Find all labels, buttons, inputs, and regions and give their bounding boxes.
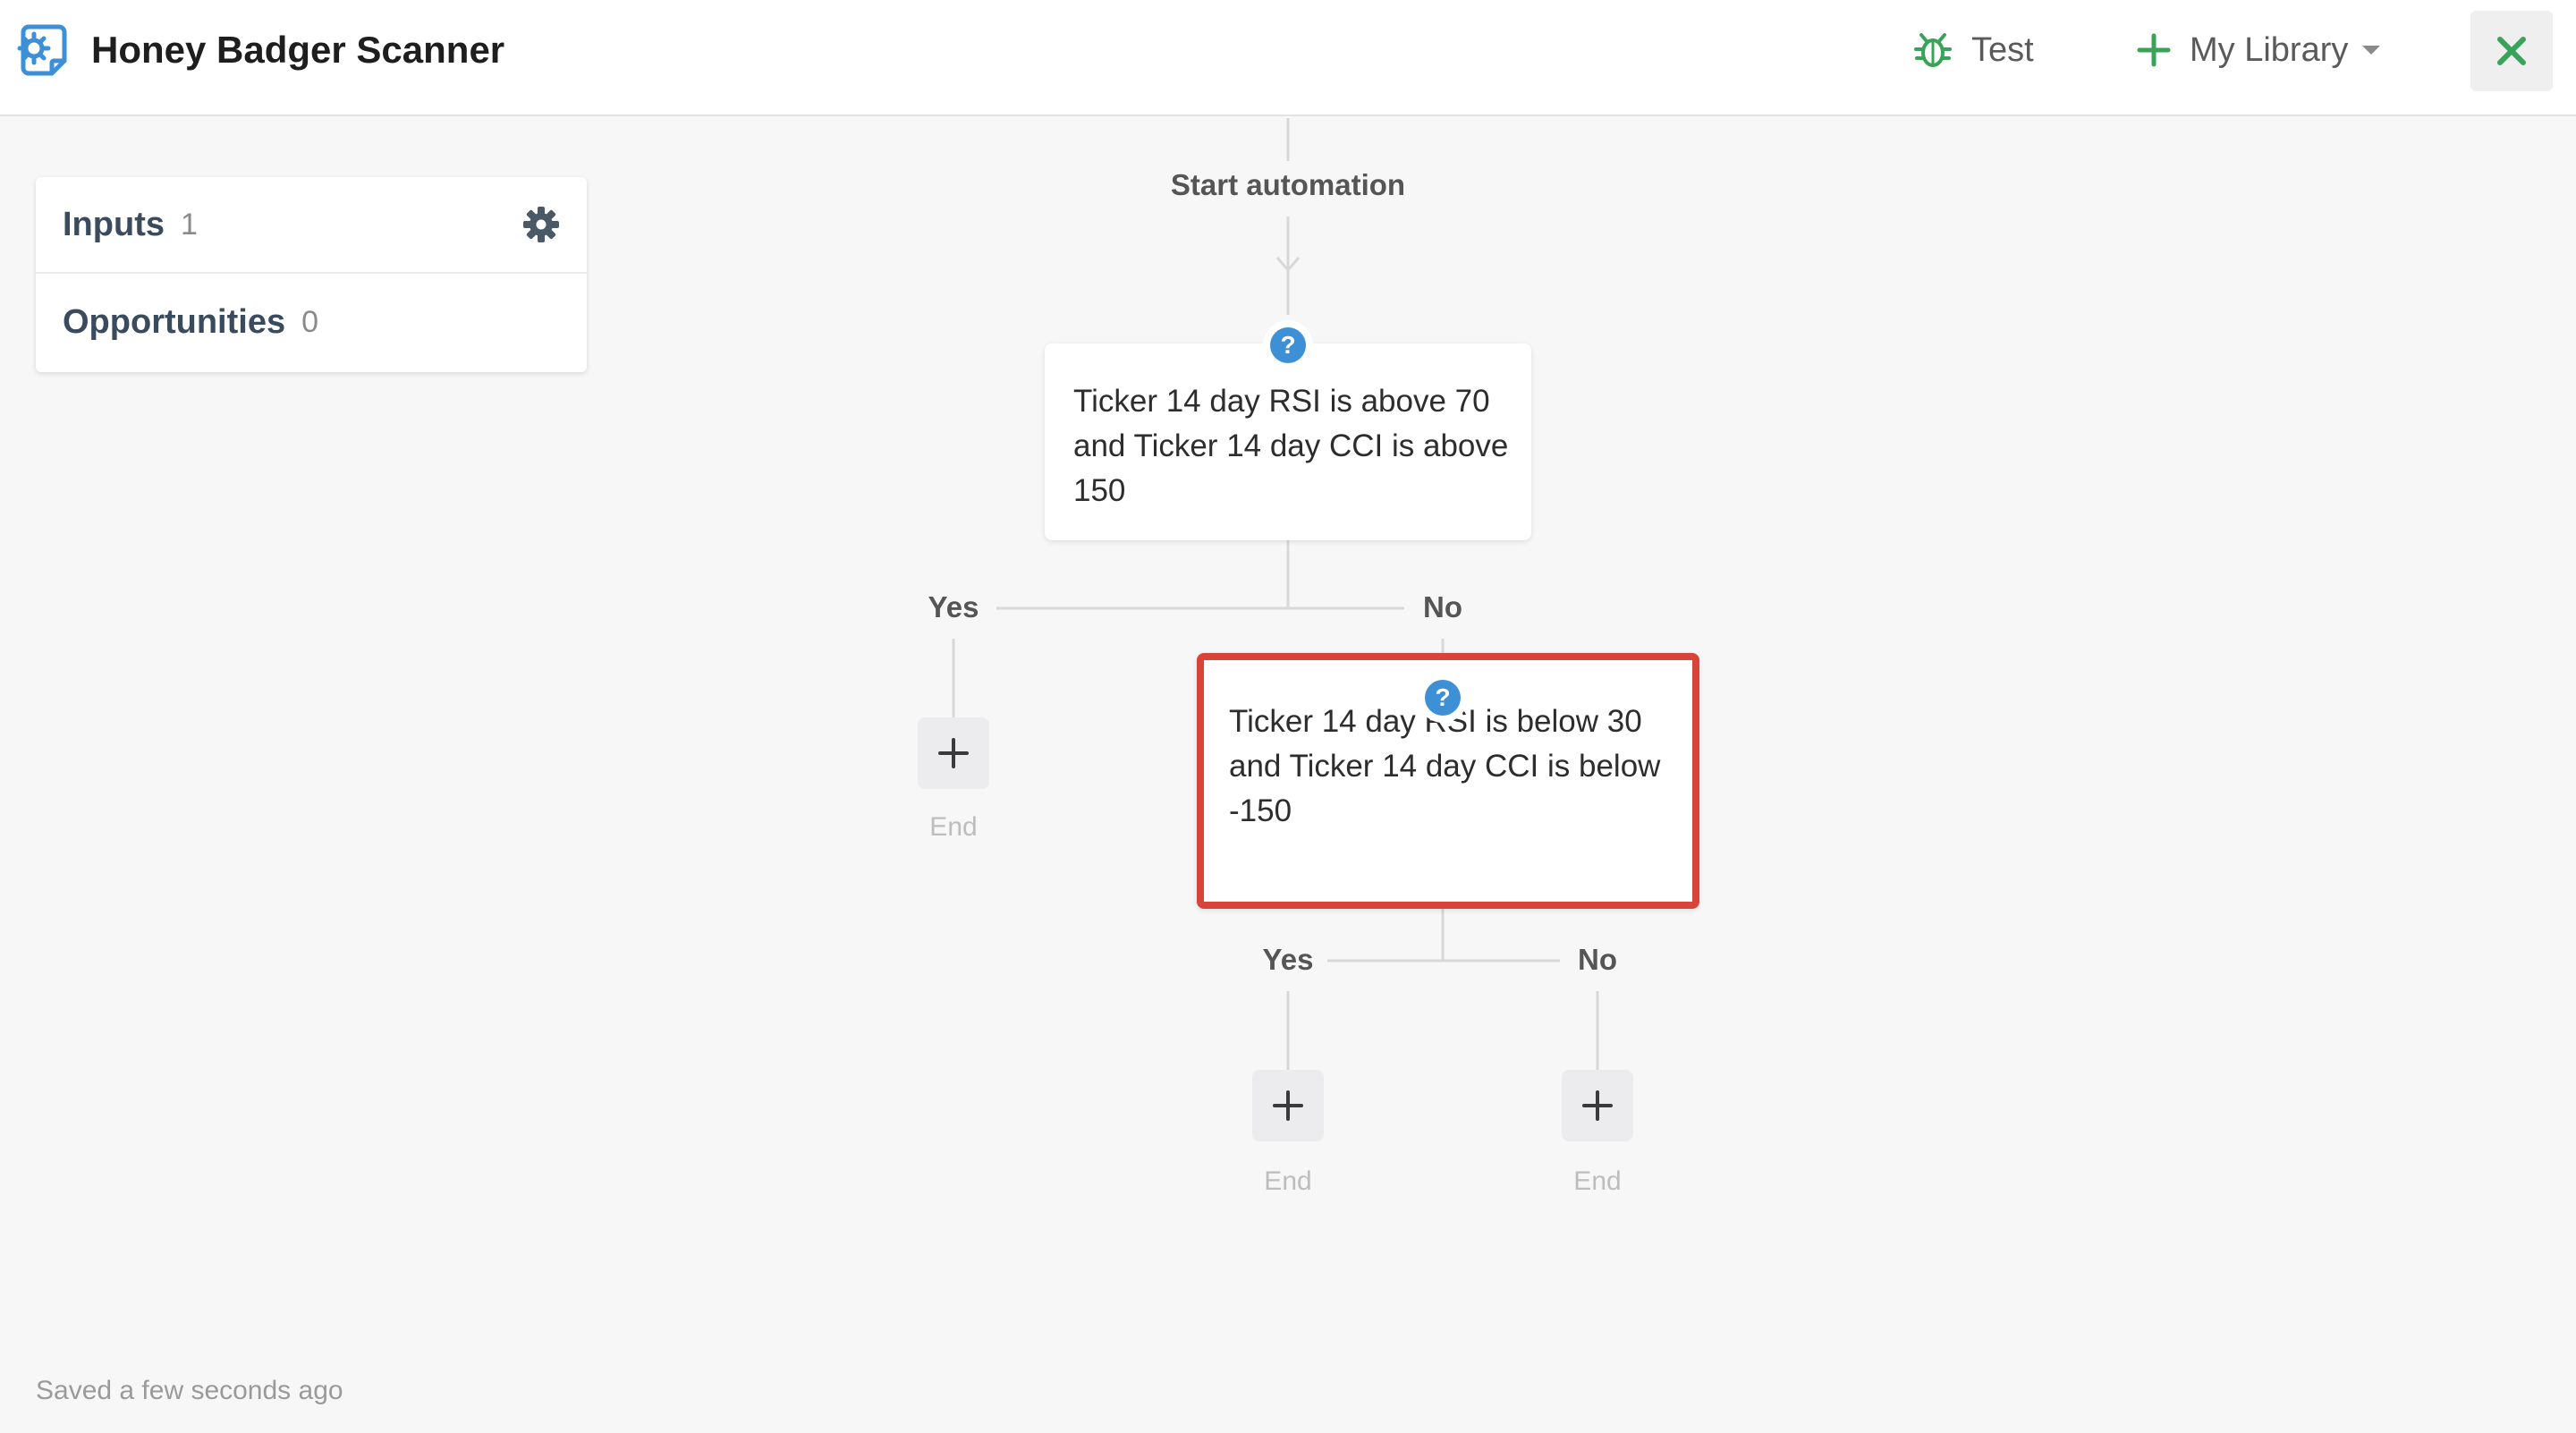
plus-icon (1273, 1090, 1303, 1121)
add-step-button[interactable] (1562, 1070, 1633, 1141)
help-icon[interactable]: ? (1270, 327, 1306, 363)
save-status: Saved a few seconds ago (36, 1376, 343, 1405)
no-branch-label: No (1578, 943, 1617, 976)
yes-branch-label: Yes (1262, 943, 1314, 976)
help-icon[interactable]: ? (1425, 680, 1461, 716)
add-step-button[interactable] (918, 717, 989, 789)
end-label: End (1573, 1166, 1622, 1196)
add-step-button[interactable] (1252, 1070, 1324, 1141)
condition-text: Ticker 14 day RSI is below 30 and Ticker… (1229, 704, 1661, 828)
condition-text: Ticker 14 day RSI is above 70 and Ticker… (1073, 384, 1509, 508)
end-label: End (929, 812, 978, 842)
plus-icon (938, 738, 969, 768)
no-branch-label: No (1423, 590, 1462, 623)
start-automation-label: Start automation (1170, 168, 1406, 201)
yes-branch-label: Yes (928, 590, 979, 623)
condition-node-1[interactable]: Ticker 14 day RSI is above 70 and Ticker… (1045, 343, 1531, 540)
plus-icon (1582, 1090, 1613, 1121)
end-label: End (1264, 1166, 1312, 1196)
